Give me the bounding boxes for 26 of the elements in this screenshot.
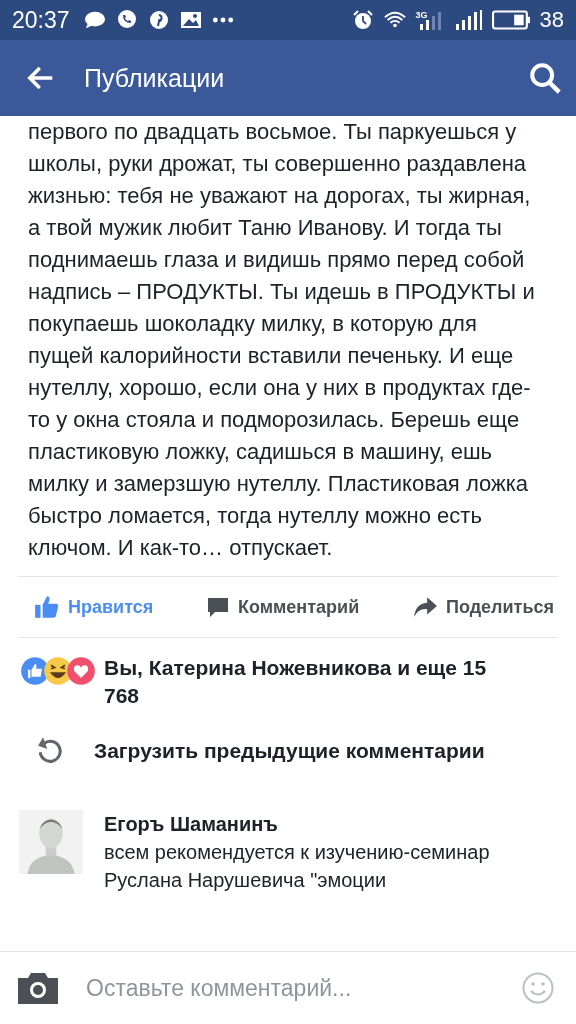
speech-bubble-icon bbox=[206, 595, 230, 619]
thumbs-up-icon bbox=[34, 594, 60, 620]
search-button[interactable] bbox=[528, 61, 562, 95]
chat-bubble-icon bbox=[83, 10, 106, 30]
battery-icon bbox=[491, 10, 530, 30]
signal-icon bbox=[455, 10, 482, 30]
action-label: Нравится bbox=[68, 596, 154, 618]
reactions-summary[interactable]: Вы, Катерина Ножевникова и еще 15 768 bbox=[104, 654, 524, 710]
comment-button[interactable]: Комментарий bbox=[206, 577, 360, 637]
action-label: Комментарий bbox=[238, 596, 360, 618]
wifi-icon bbox=[383, 10, 406, 30]
comment-text: всем рекомендуется к изучению-семинар Руслана Нарушевича "эмоции bbox=[104, 840, 491, 893]
share-button[interactable]: Поделиться bbox=[411, 577, 554, 637]
alarm-clock-icon bbox=[351, 10, 374, 30]
load-previous-label: Загрузить предыдущие комментарии bbox=[94, 739, 485, 763]
image-icon bbox=[179, 10, 202, 30]
action-label: Поделиться bbox=[445, 596, 554, 618]
camera-button[interactable] bbox=[18, 972, 58, 1004]
comment-author[interactable]: Егоръ Шаманинъ bbox=[104, 810, 504, 838]
post-text: первого по двадцать восьмое. Ты паркуешься у школы, руки дрожат, ты совершенно раздавлена жизнью: тебя не уважают на дорогах, ты жирная, а твой мужик любит Таню Иванову. И тогда ты поднимаешь глаза и видишь прямо перед собой надпись – ПРОДУКТЫ. Ты идешь в ПРОДУКТЫ и покупаешь шоколадку милку, в которую для пущей калорийности вставили печеньку. И еще нутеллу, хорошо, если она у них в продуктах где-то у окна стояла и подморозилась. Берешь еще пластиковую ложку, садишься в машину, ешь милку и замерзшую нутеллу. Пластиковая ложка быстро ломается, тогда нутеллу можно есть ключом. И как-то… отпускает. bbox=[27, 118, 536, 562]
battery-percent: 38 bbox=[539, 7, 564, 33]
load-previous-comments-link[interactable]: Загрузить предыдущие комментарии bbox=[0, 716, 576, 786]
clock-time: 20:37 bbox=[12, 6, 70, 34]
phone-bubble-icon bbox=[115, 10, 138, 30]
page-title: Публикации bbox=[84, 63, 226, 93]
network-type: 3G bbox=[415, 10, 428, 20]
